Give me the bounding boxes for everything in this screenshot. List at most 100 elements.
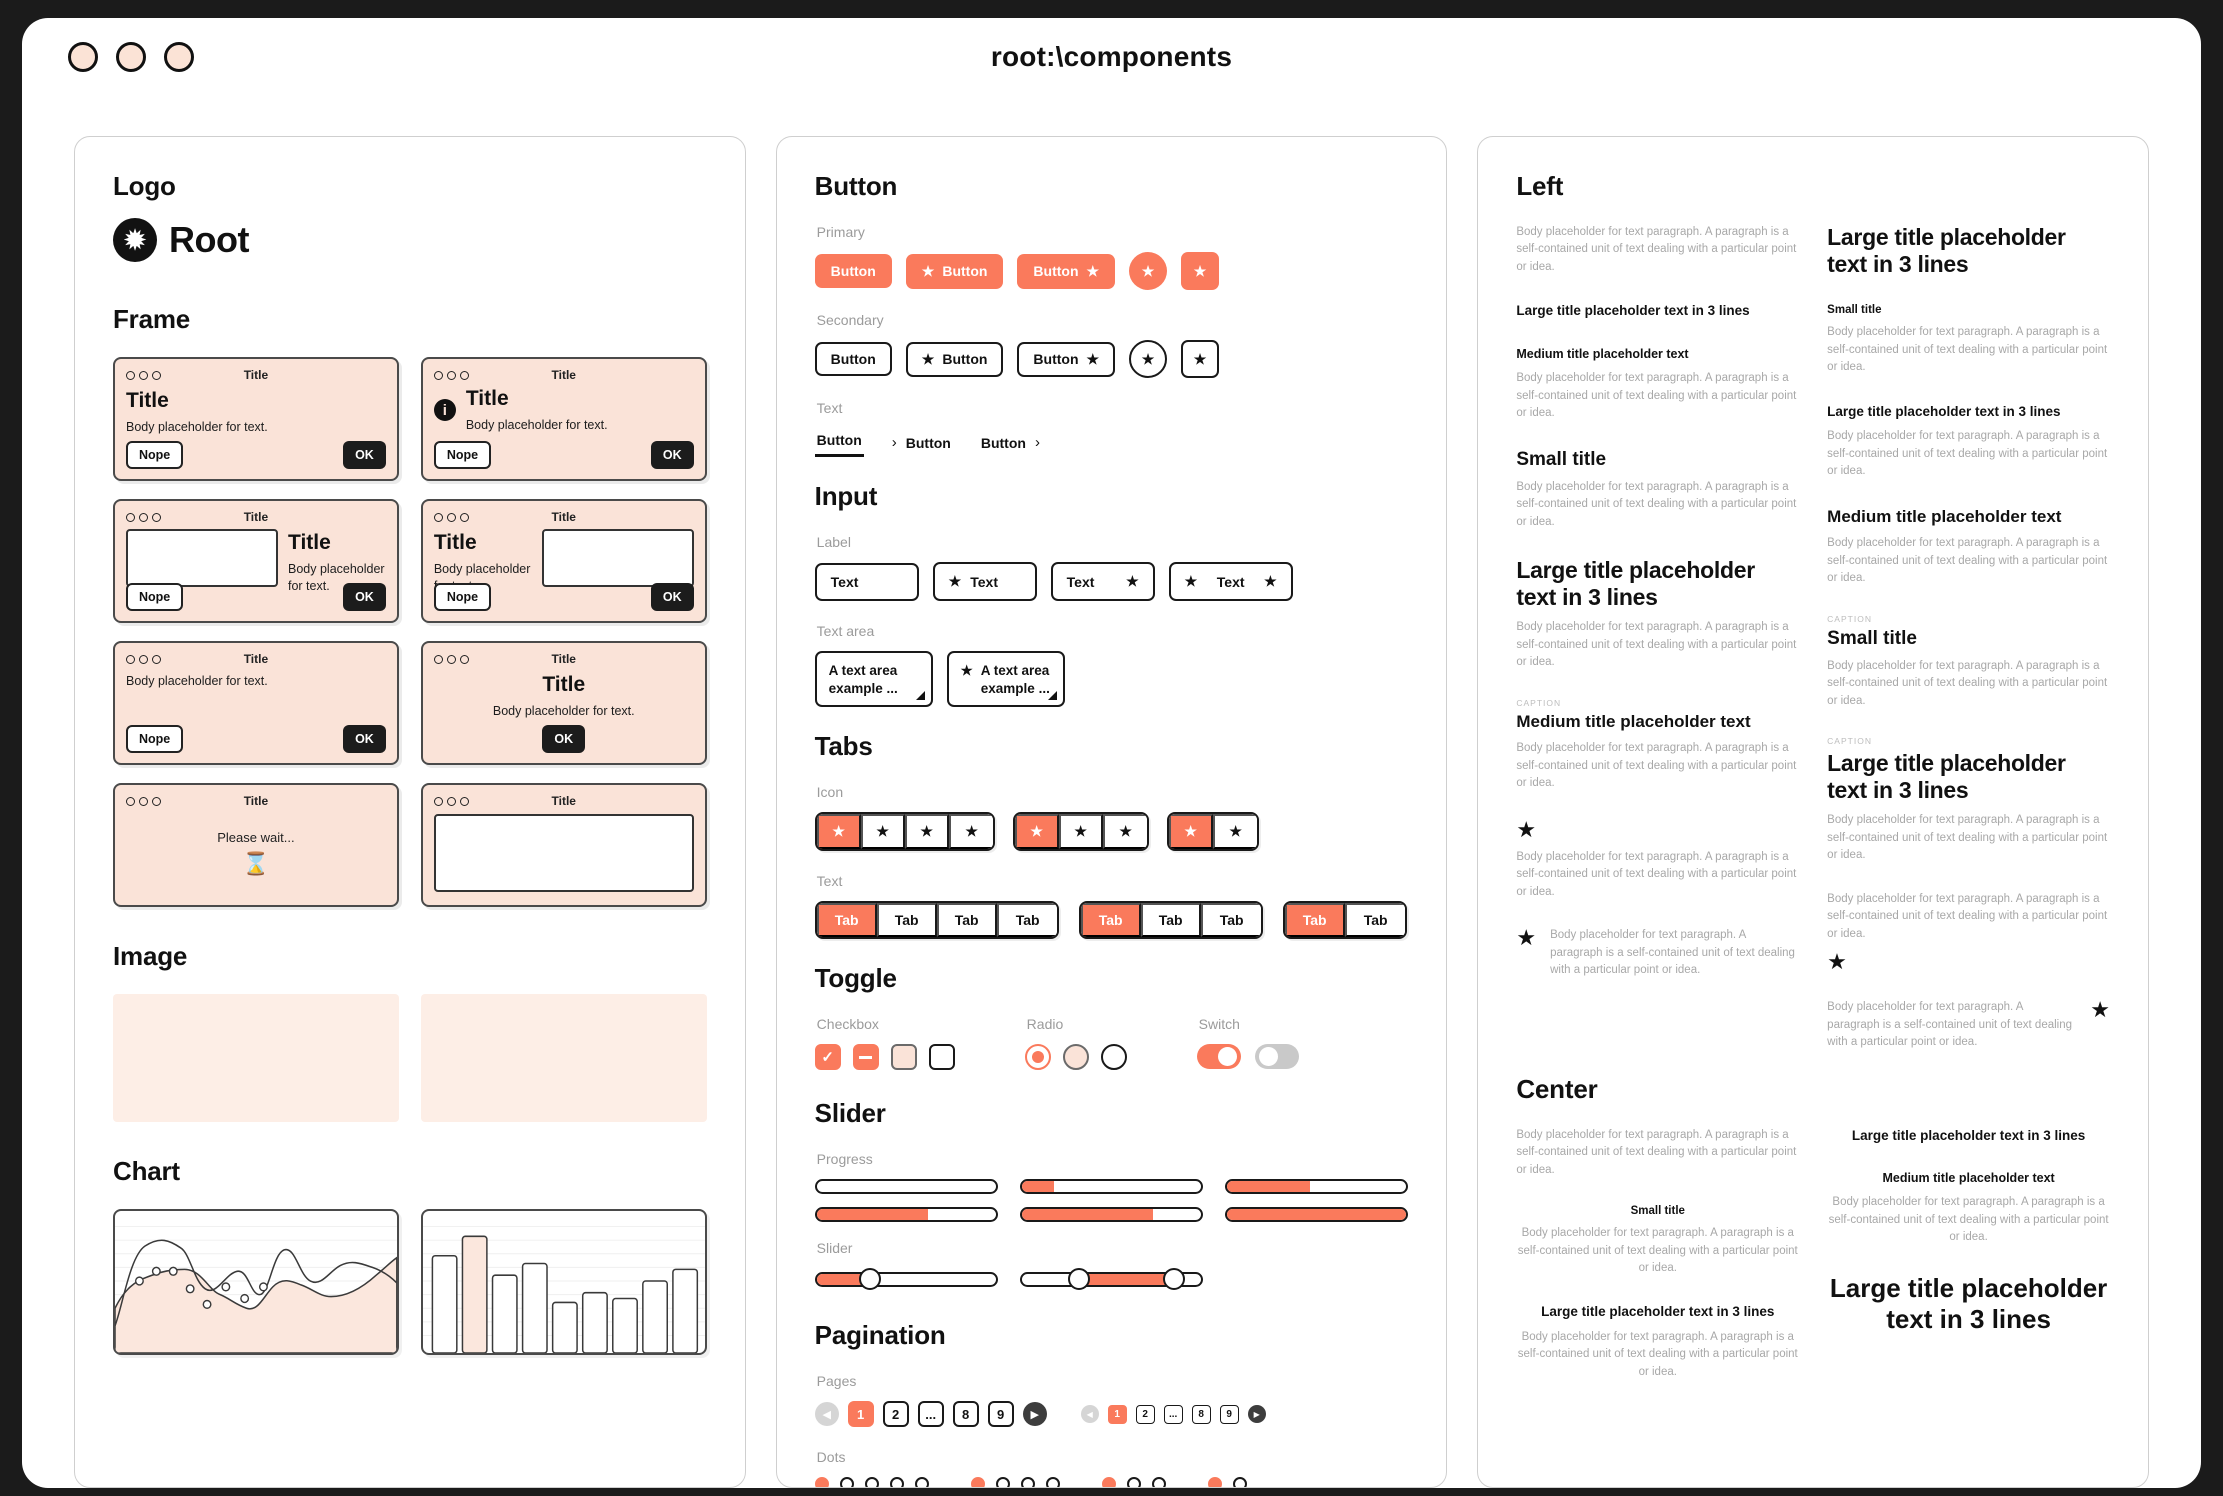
secondary-icon-button-square[interactable]: ★ bbox=[1181, 340, 1220, 378]
secondary-button-leading-icon[interactable]: ★ Button bbox=[905, 341, 1004, 377]
text-button-underlined[interactable]: Button bbox=[814, 428, 864, 457]
switch-on[interactable] bbox=[1196, 1044, 1241, 1069]
text-input[interactable]: Text bbox=[814, 562, 919, 601]
page-ellipsis[interactable]: ... bbox=[1163, 1404, 1183, 1424]
primary-button[interactable]: Button bbox=[814, 254, 892, 288]
text-input-both-icons[interactable]: ★ Text ★ bbox=[1168, 562, 1293, 601]
radio-hover[interactable] bbox=[1062, 1044, 1089, 1070]
tab-active[interactable]: Tab bbox=[816, 903, 877, 937]
maximize-button[interactable] bbox=[164, 42, 194, 72]
primary-icon-button-square[interactable]: ★ bbox=[1181, 252, 1220, 290]
secondary-button[interactable]: Button bbox=[814, 342, 892, 376]
dot[interactable] bbox=[1151, 1477, 1166, 1487]
text-area[interactable]: A text area example ... bbox=[814, 651, 933, 707]
dot[interactable] bbox=[1232, 1477, 1247, 1487]
tab[interactable]: Tab bbox=[876, 903, 937, 937]
ok-button[interactable]: OK bbox=[650, 583, 694, 611]
text-input-trailing-icon[interactable]: Text ★ bbox=[1050, 562, 1155, 601]
tab-icon-active[interactable]: ★ bbox=[1168, 814, 1213, 849]
checkbox-unchecked[interactable] bbox=[928, 1044, 955, 1070]
slider-single[interactable] bbox=[814, 1268, 998, 1290]
ok-button[interactable]: OK bbox=[343, 441, 386, 469]
close-button[interactable] bbox=[68, 42, 98, 72]
tab-icon[interactable]: ★ bbox=[860, 814, 905, 849]
tab-icon-active[interactable]: ★ bbox=[816, 814, 861, 849]
ok-button[interactable]: OK bbox=[343, 725, 386, 753]
tab-icon[interactable]: ★ bbox=[1212, 814, 1257, 849]
tab[interactable]: Tab bbox=[996, 903, 1057, 937]
ok-button[interactable]: OK bbox=[650, 441, 694, 469]
icon-tabs-label: Icon bbox=[816, 784, 844, 800]
page-button[interactable]: 8 bbox=[1191, 1404, 1211, 1424]
secondary-icon-button-round[interactable]: ★ bbox=[1129, 340, 1168, 378]
radio-unselected[interactable] bbox=[1100, 1044, 1127, 1070]
page-button[interactable]: 2 bbox=[1135, 1404, 1155, 1424]
text-area-with-icon[interactable]: ★ A text area example ... bbox=[946, 651, 1065, 707]
nope-button[interactable]: Nope bbox=[126, 583, 184, 611]
page-button[interactable]: 1 bbox=[847, 1401, 874, 1427]
primary-button-trailing-icon[interactable]: Button ★ bbox=[1017, 253, 1116, 289]
page-button[interactable]: 8 bbox=[952, 1401, 979, 1427]
tab-icon[interactable]: ★ bbox=[948, 814, 993, 849]
dot[interactable] bbox=[839, 1477, 854, 1487]
page-button[interactable]: 9 bbox=[1219, 1404, 1239, 1424]
page-button[interactable]: 2 bbox=[882, 1401, 909, 1427]
tab-active[interactable]: Tab bbox=[1080, 903, 1141, 937]
resize-grip-icon[interactable] bbox=[1047, 691, 1057, 700]
tab-icon[interactable]: ★ bbox=[1102, 814, 1147, 849]
primary-icon-button-round[interactable]: ★ bbox=[1129, 252, 1168, 290]
page-ellipsis[interactable]: ... bbox=[917, 1401, 944, 1427]
frame-card: Title Title Body placeholder for text. N… bbox=[113, 499, 399, 623]
slider-knob-start[interactable] bbox=[1067, 1268, 1090, 1290]
dot-active[interactable] bbox=[970, 1477, 985, 1487]
nope-button[interactable]: Nope bbox=[433, 583, 492, 611]
tab[interactable]: Tab bbox=[1344, 903, 1405, 937]
dot[interactable] bbox=[889, 1477, 904, 1487]
page-button[interactable]: 9 bbox=[987, 1401, 1014, 1427]
tab[interactable]: Tab bbox=[936, 903, 997, 937]
text-button-leading-chevron[interactable]: › Button bbox=[890, 430, 953, 455]
dot[interactable] bbox=[1126, 1477, 1141, 1487]
text-tab-group: Tab Tab Tab Tab bbox=[814, 901, 1059, 939]
ok-button[interactable]: OK bbox=[542, 725, 586, 753]
checkbox-indeterminate[interactable] bbox=[852, 1044, 879, 1070]
left-type-grid: Body placeholder for text paragraph. A p… bbox=[1516, 224, 2110, 1074]
secondary-button-trailing-icon[interactable]: Button ★ bbox=[1017, 341, 1116, 377]
nope-button[interactable]: Nope bbox=[126, 441, 184, 469]
slider-knob[interactable] bbox=[858, 1268, 881, 1290]
dot[interactable] bbox=[864, 1477, 879, 1487]
next-page-icon[interactable]: ▶ bbox=[1022, 1402, 1047, 1426]
dot[interactable] bbox=[1020, 1477, 1035, 1487]
tab-icon[interactable]: ★ bbox=[904, 814, 949, 849]
prev-page-icon[interactable]: ◀ bbox=[1080, 1405, 1099, 1423]
text-button-trailing-chevron[interactable]: Button › bbox=[979, 430, 1042, 455]
dot-active[interactable] bbox=[1207, 1477, 1222, 1487]
resize-grip-icon[interactable] bbox=[915, 691, 925, 700]
nope-button[interactable]: Nope bbox=[433, 441, 492, 469]
tab-active[interactable]: Tab bbox=[1284, 903, 1345, 937]
checkbox-checked[interactable]: ✓ bbox=[814, 1044, 841, 1070]
minimize-button[interactable] bbox=[116, 42, 146, 72]
slider-knob-end[interactable] bbox=[1162, 1268, 1185, 1290]
switch-off[interactable] bbox=[1254, 1044, 1299, 1069]
slider-range[interactable] bbox=[1019, 1268, 1204, 1290]
dot[interactable] bbox=[995, 1477, 1010, 1487]
tab-icon-active[interactable]: ★ bbox=[1014, 814, 1059, 849]
next-page-icon[interactable]: ▶ bbox=[1247, 1405, 1266, 1423]
ok-button[interactable]: OK bbox=[343, 583, 386, 611]
tab-icon[interactable]: ★ bbox=[1058, 814, 1103, 849]
dot-active[interactable] bbox=[1101, 1477, 1116, 1487]
nope-button[interactable]: Nope bbox=[126, 725, 184, 753]
checkbox-hover[interactable] bbox=[890, 1044, 917, 1070]
tab[interactable]: Tab bbox=[1200, 903, 1261, 937]
dot[interactable] bbox=[914, 1477, 929, 1487]
radio-selected[interactable] bbox=[1024, 1044, 1051, 1070]
dot[interactable] bbox=[1045, 1477, 1060, 1487]
primary-button-leading-icon[interactable]: ★ Button bbox=[905, 253, 1004, 289]
page-button[interactable]: 1 bbox=[1107, 1404, 1127, 1424]
prev-page-icon[interactable]: ◀ bbox=[814, 1402, 839, 1426]
text-input-leading-icon[interactable]: ★ Text bbox=[932, 562, 1037, 601]
dot-active[interactable] bbox=[814, 1477, 829, 1487]
tab[interactable]: Tab bbox=[1140, 903, 1201, 937]
chart-heading: Chart bbox=[113, 1156, 180, 1186]
